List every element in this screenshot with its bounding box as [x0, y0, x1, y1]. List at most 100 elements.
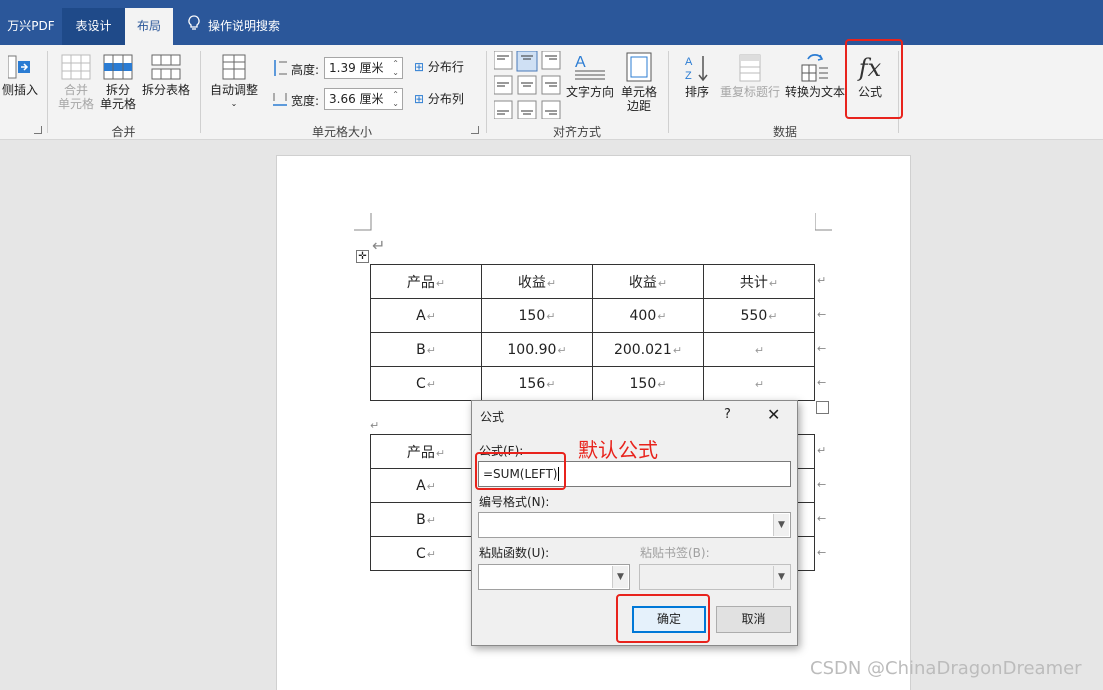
paste-function-label: 粘贴函数(U):	[479, 546, 550, 560]
tell-me-search[interactable]: 操作说明搜索	[188, 8, 298, 45]
table-cell[interactable]: 收益↵	[481, 264, 593, 299]
annotation-default-formula: 默认公式	[578, 438, 658, 462]
help-icon[interactable]: ?	[724, 407, 731, 422]
repeat-header-rows-button[interactable]: 重复标题行	[718, 53, 782, 99]
convert-to-text-label: 转换为文本	[784, 85, 845, 99]
table-row: A↵ 150↵ 400↵ 550↵	[370, 298, 815, 333]
merge-cells-label: 合并 单元格	[57, 83, 94, 111]
chevron-down-icon[interactable]: ▼	[773, 514, 789, 536]
paragraph-mark: ↵	[372, 236, 386, 255]
table-cell[interactable]: 产品↵	[370, 264, 482, 299]
spin-arrows-icon[interactable]: ⌃ ⌄	[392, 59, 399, 77]
separator	[486, 51, 487, 133]
split-table-label: 拆分表格	[141, 83, 190, 97]
table-cell[interactable]: B↵	[370, 332, 482, 367]
table-row: 产品↵ 收益↵ 收益↵ 共计↵	[370, 264, 815, 299]
paste-bookmark-select[interactable]: ▼	[639, 564, 791, 590]
table-row: C↵ 156↵ 150↵ ↵	[370, 366, 815, 401]
row-height-input[interactable]: 1.39 厘米 ⌃ ⌄	[324, 57, 403, 79]
table-cell[interactable]: 550↵	[703, 298, 815, 333]
spin-arrows-icon[interactable]: ⌃ ⌄	[392, 90, 399, 108]
height-label: 高度:	[291, 63, 320, 77]
cell-size-launcher[interactable]	[471, 126, 479, 134]
tab-wondershare-pdf[interactable]: 万兴PDF	[0, 8, 62, 45]
insert-column-icon	[0, 53, 40, 83]
margin-corner-mark	[354, 213, 372, 231]
table-cell[interactable]: C↵	[370, 366, 482, 401]
table-cell[interactable]: ↵	[703, 366, 815, 401]
rows-cols-launcher[interactable]	[34, 126, 42, 134]
distribute-columns-icon: ⊞	[414, 92, 425, 106]
number-format-select[interactable]: ▼	[478, 512, 791, 538]
formula-button-highlight	[845, 39, 903, 119]
tab-table-design[interactable]: 表设计	[62, 8, 125, 45]
table-cell[interactable]: C↵	[370, 536, 482, 571]
table-cell[interactable]: A↵	[370, 468, 482, 503]
table-cell[interactable]: 156↵	[481, 366, 593, 401]
margin-corner-mark	[815, 213, 832, 231]
table-cell[interactable]: 产品↵	[370, 434, 482, 469]
table-move-handle[interactable]: ✛	[356, 250, 369, 263]
distribute-rows-icon: ⊞	[414, 60, 425, 74]
column-width-value: 3.66 厘米	[329, 92, 384, 106]
end-of-row-mark: ←	[817, 342, 827, 355]
table-cell[interactable]: 共计↵	[703, 264, 815, 299]
split-cells-button[interactable]: 拆分 单元格	[98, 53, 138, 111]
cancel-button[interactable]: 取消	[716, 606, 791, 633]
table-cell[interactable]: ↵	[703, 332, 815, 367]
split-cells-label: 拆分 单元格	[99, 83, 136, 111]
merge-cells-button[interactable]: 合并 单元格	[55, 53, 97, 111]
autofit-label: 自动调整	[209, 83, 258, 97]
end-of-row-mark: ↵	[817, 444, 827, 457]
title-bar	[0, 0, 1103, 8]
text-direction-button[interactable]: A 文字方向	[564, 51, 616, 99]
distribute-rows-label: 分布行	[427, 60, 464, 74]
paste-bookmark-label: 粘贴书签(B):	[640, 546, 710, 560]
text-direction-icon: A	[564, 51, 616, 85]
paste-function-select[interactable]: ▼	[478, 564, 630, 590]
cell-margins-button[interactable]: 单元格 边距	[618, 51, 660, 113]
repeat-header-label: 重复标题行	[719, 85, 780, 99]
insert-right-button[interactable]: 侧插入	[0, 53, 40, 97]
chevron-down-icon[interactable]: ▼	[612, 566, 628, 588]
table-cell[interactable]: 收益↵	[592, 264, 704, 299]
cell-margins-icon	[618, 51, 660, 85]
chevron-down-icon[interactable]: ▼	[773, 566, 789, 588]
paragraph-mark: ↵	[370, 419, 380, 432]
convert-to-text-icon	[784, 53, 846, 85]
tab-layout[interactable]: 布局	[125, 8, 173, 45]
table-cell[interactable]: 150↵	[481, 298, 593, 333]
separator	[668, 51, 669, 133]
close-icon[interactable]: ✕	[767, 405, 780, 424]
end-of-row-mark: ↵	[817, 274, 827, 287]
cell-margins-label: 单元格 边距	[620, 85, 657, 113]
table-cell[interactable]: 100.90↵	[481, 332, 593, 367]
table-cell[interactable]: 150↵	[592, 366, 704, 401]
separator	[200, 51, 201, 133]
repeat-header-icon	[718, 53, 782, 85]
sort-button[interactable]: AZ 排序	[680, 53, 714, 99]
ribbon-tab-bar: 万兴PDF 表设计 布局 操作说明搜索	[0, 8, 1103, 45]
table-resize-handle[interactable]	[816, 401, 829, 414]
convert-to-text-button[interactable]: 转换为文本	[784, 53, 846, 99]
distribute-columns-button[interactable]: ⊞ 分布列	[414, 92, 474, 106]
table-row: B↵ 100.90↵ 200.021↵ ↵	[370, 332, 815, 367]
row-height-icon	[272, 59, 288, 80]
distribute-rows-button[interactable]: ⊞ 分布行	[414, 60, 474, 74]
column-width-input[interactable]: 3.66 厘米 ⌃ ⌄	[324, 88, 403, 110]
autofit-button[interactable]: 自动调整 ⌄	[207, 53, 261, 111]
column-width-icon	[272, 91, 288, 112]
split-table-button[interactable]: 拆分表格	[140, 53, 192, 97]
row-height-value: 1.39 厘米	[329, 61, 384, 75]
table-cell[interactable]: 400↵	[592, 298, 704, 333]
sort-label: 排序	[684, 85, 709, 99]
width-label: 宽度:	[291, 94, 320, 108]
table-cell[interactable]: A↵	[370, 298, 482, 333]
distribute-columns-label: 分布列	[427, 92, 464, 106]
table-cell[interactable]: 200.021↵	[592, 332, 704, 367]
merge-group-label: 合并	[111, 125, 136, 139]
ribbon: 侧插入 合并 单元格 拆分 单元格 拆分表格 合并 自动调整 ⌄ 高度: 1.3…	[0, 45, 1103, 140]
alignment-group-label: 对齐方式	[552, 125, 601, 139]
table-cell[interactable]: B↵	[370, 502, 482, 537]
end-of-row-mark: ←	[817, 512, 827, 525]
